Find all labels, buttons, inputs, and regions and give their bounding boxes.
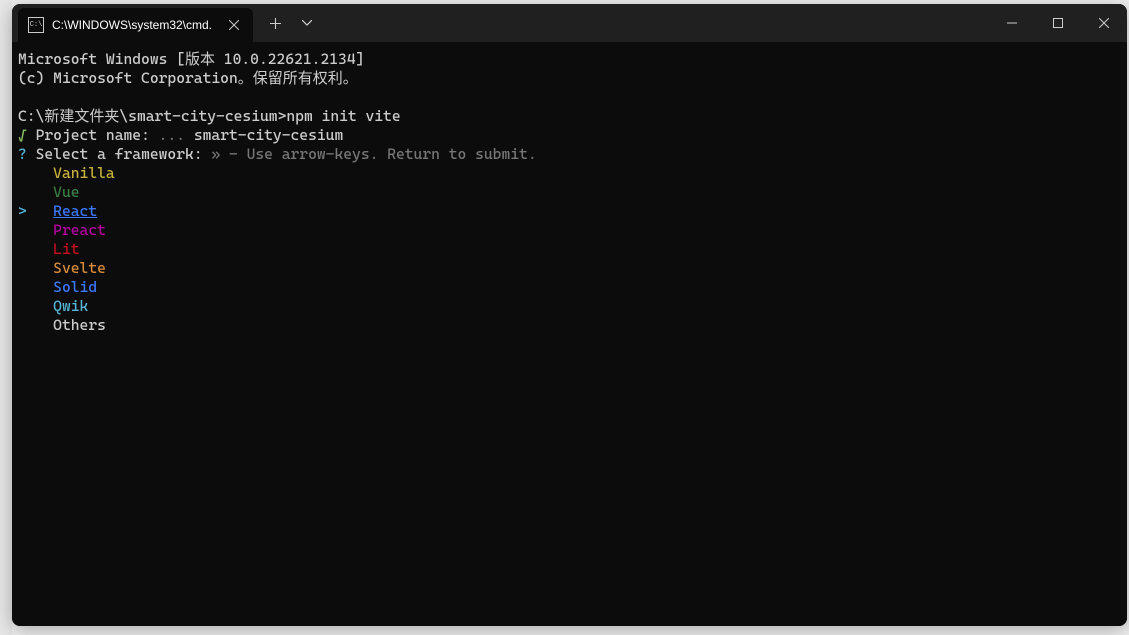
close-icon — [1099, 18, 1109, 28]
maximize-button[interactable] — [1035, 4, 1081, 42]
question-mark-icon: ? — [18, 145, 27, 163]
option-react[interactable]: React — [53, 202, 97, 220]
window-close-button[interactable] — [1081, 4, 1127, 42]
tab-actions — [259, 4, 323, 42]
option-qwik[interactable]: Qwik — [53, 297, 88, 315]
tab-title: C:\WINDOWS\system32\cmd. — [52, 18, 217, 32]
hint-arrow: » — [211, 145, 220, 163]
plus-icon — [270, 18, 281, 29]
option-solid[interactable]: Solid — [53, 278, 97, 296]
project-name-value: smart-city-cesium — [194, 126, 343, 144]
project-name-label: Project name: — [36, 126, 150, 144]
ellipsis: ... — [159, 126, 185, 144]
background-side-strip — [0, 0, 12, 635]
minimize-button[interactable] — [989, 4, 1035, 42]
copyright-line: (c) Microsoft Corporation。保留所有权利。 — [18, 69, 358, 87]
maximize-icon — [1053, 18, 1063, 28]
prompt-path: C:\新建文件夹\smart-city-cesium> — [18, 107, 286, 125]
tab-close-button[interactable] — [225, 16, 243, 34]
windows-version-line: Microsoft Windows [版本 10.0.22621.2134] — [18, 50, 364, 68]
select-framework-label: Select a framework: — [36, 145, 203, 163]
selection-cursor: > — [18, 202, 27, 220]
window-controls — [989, 4, 1127, 42]
new-tab-button[interactable] — [259, 4, 291, 42]
option-svelte[interactable]: Svelte — [53, 259, 106, 277]
title-bar[interactable]: C:\ C:\WINDOWS\system32\cmd. — [12, 4, 1127, 42]
chevron-down-icon — [302, 20, 312, 26]
terminal-window: C:\ C:\WINDOWS\system32\cmd. — [12, 4, 1127, 626]
titlebar-drag-area[interactable] — [323, 4, 989, 42]
option-others[interactable]: Others — [53, 316, 106, 334]
terminal-tab[interactable]: C:\ C:\WINDOWS\system32\cmd. — [18, 8, 253, 42]
cmd-icon: C:\ — [28, 17, 44, 33]
close-icon — [229, 20, 239, 30]
minimize-icon — [1007, 18, 1017, 28]
option-preact[interactable]: Preact — [53, 221, 106, 239]
select-hint: - Use arrow-keys. Return to submit. — [229, 145, 537, 163]
terminal-body[interactable]: Microsoft Windows [版本 10.0.22621.2134] (… — [12, 42, 1127, 626]
option-lit[interactable]: Lit — [53, 240, 79, 258]
option-vue[interactable]: Vue — [53, 183, 79, 201]
prompt-command: npm init vite — [286, 107, 400, 125]
tab-dropdown-button[interactable] — [291, 4, 323, 42]
check-icon: √ — [18, 126, 27, 144]
option-vanilla[interactable]: Vanilla — [53, 164, 115, 182]
